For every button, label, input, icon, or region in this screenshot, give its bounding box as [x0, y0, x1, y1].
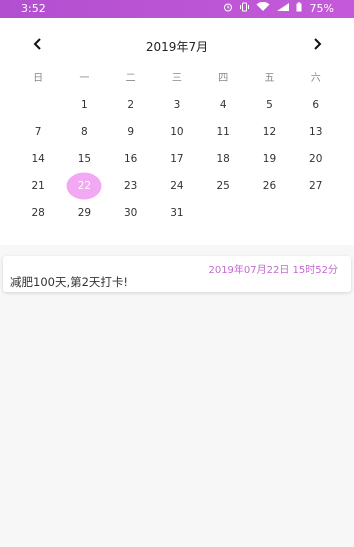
- signal-icon: [276, 2, 290, 15]
- calendar-week: 21 22 23 24 25 26 27: [15, 172, 339, 199]
- calendar-week: 1 2 3 4 5 6: [15, 91, 339, 118]
- calendar-day[interactable]: 16: [108, 145, 154, 172]
- day-label: 19: [262, 152, 277, 165]
- day-label: 23: [123, 179, 138, 192]
- wifi-icon: [256, 1, 270, 15]
- day-label: 3: [173, 98, 181, 111]
- calendar-day[interactable]: 15: [61, 145, 107, 172]
- day-label: 26: [262, 179, 277, 192]
- day-label: 8: [81, 125, 88, 138]
- weekday-label: 四: [218, 73, 229, 84]
- calendar-day[interactable]: 2: [108, 91, 154, 118]
- calendar-header: 2019年7月: [0, 18, 354, 58]
- calendar-day[interactable]: 18: [200, 145, 246, 172]
- weekday-label: 日: [33, 73, 44, 84]
- calendar-day[interactable]: 13: [293, 118, 339, 145]
- weekday-header: 日 一 二 三 四 五 六: [15, 69, 339, 85]
- calendar-day[interactable]: 9: [108, 118, 154, 145]
- status-bar: 3:52 75%: [0, 0, 354, 18]
- day-label: 13: [309, 125, 323, 138]
- day-label: 27: [309, 179, 323, 192]
- calendar: 2019年7月 日 一 二 三 四 五 六 1 2 3 4 5 6 7 8 9 …: [0, 18, 354, 245]
- day-label: 25: [216, 179, 230, 192]
- chevron-right-icon: [312, 34, 322, 55]
- calendar-week: 28 29 30 31: [15, 199, 339, 226]
- day-label: 29: [77, 206, 92, 219]
- day-label: 7: [34, 125, 42, 138]
- calendar-day[interactable]: 25: [200, 172, 246, 199]
- calendar-day[interactable]: 20: [293, 145, 339, 172]
- calendar-day[interactable]: 31: [154, 199, 200, 226]
- day-label: 1: [81, 98, 88, 111]
- day-label: 11: [216, 125, 230, 138]
- weekday-label: 二: [125, 73, 136, 84]
- calendar-day-empty: [15, 91, 61, 118]
- calendar-grid: 1 2 3 4 5 6 7 8 9 10 11 12 13 14 15 16 1…: [15, 91, 339, 226]
- battery-level: 75%: [309, 2, 334, 15]
- calendar-day[interactable]: 12: [246, 118, 292, 145]
- weekday-label: 六: [310, 73, 321, 84]
- entry-timestamp: 2019年07月22日 15时52分: [208, 265, 338, 276]
- calendar-day[interactable]: 29: [61, 199, 107, 226]
- day-label: 16: [123, 152, 138, 165]
- day-label: 28: [31, 206, 45, 219]
- day-label: 31: [170, 206, 184, 219]
- calendar-day[interactable]: 24: [154, 172, 200, 199]
- calendar-day[interactable]: 7: [15, 118, 61, 145]
- day-label: 14: [31, 152, 45, 165]
- day-label: 15: [77, 152, 92, 165]
- day-label: 5: [266, 98, 273, 111]
- status-time: 3:52: [21, 2, 46, 15]
- calendar-day-empty: [293, 199, 339, 226]
- day-label: 4: [219, 98, 227, 111]
- calendar-day[interactable]: 11: [200, 118, 246, 145]
- calendar-day[interactable]: 14: [15, 145, 61, 172]
- calendar-day[interactable]: 8: [61, 118, 107, 145]
- day-label: 2: [127, 98, 134, 111]
- day-label: 30: [123, 206, 138, 219]
- day-label: 22: [77, 179, 92, 192]
- day-label: 24: [170, 179, 184, 192]
- day-label: 10: [170, 125, 184, 138]
- calendar-day[interactable]: 30: [108, 199, 154, 226]
- checkin-entry-card[interactable]: 2019年07月22日 15时52分 减肥100天,第2天打卡!: [3, 256, 351, 292]
- day-label: 21: [31, 179, 45, 192]
- day-label: 6: [312, 98, 320, 111]
- status-icons: 75%: [223, 1, 334, 15]
- calendar-day[interactable]: 23: [108, 172, 154, 199]
- month-title: 2019年7月: [145, 40, 209, 54]
- weekday-label: 五: [264, 73, 275, 84]
- calendar-day[interactable]: 4: [200, 91, 246, 118]
- calendar-day[interactable]: 3: [154, 91, 200, 118]
- day-label: 9: [127, 125, 134, 138]
- weekday-label: 三: [171, 73, 182, 84]
- entry-text: 减肥100天,第2天打卡!: [10, 275, 129, 289]
- next-month-button[interactable]: [306, 33, 328, 55]
- calendar-week: 14 15 16 17 18 19 20: [15, 145, 339, 172]
- weekday-label: 一: [79, 73, 90, 84]
- calendar-day[interactable]: 1: [61, 91, 107, 118]
- calendar-day[interactable]: 27: [293, 172, 339, 199]
- alarm-icon: [223, 2, 233, 15]
- calendar-day[interactable]: 19: [246, 145, 292, 172]
- calendar-day[interactable]: 28: [15, 199, 61, 226]
- calendar-day-empty: [200, 199, 246, 226]
- day-label: 12: [262, 125, 277, 138]
- calendar-day-selected[interactable]: 22: [61, 172, 107, 199]
- calendar-week: 7 8 9 10 11 12 13: [15, 118, 339, 145]
- calendar-day[interactable]: 6: [293, 91, 339, 118]
- calendar-day-empty: [246, 199, 292, 226]
- calendar-day[interactable]: 5: [246, 91, 292, 118]
- day-label: 18: [216, 152, 230, 165]
- calendar-day[interactable]: 26: [246, 172, 292, 199]
- battery-icon: [296, 2, 302, 15]
- calendar-day[interactable]: 21: [15, 172, 61, 199]
- day-label: 20: [309, 152, 323, 165]
- calendar-day[interactable]: 10: [154, 118, 200, 145]
- vibrate-icon: [239, 2, 250, 15]
- calendar-day[interactable]: 17: [154, 145, 200, 172]
- day-label: 17: [170, 152, 184, 165]
